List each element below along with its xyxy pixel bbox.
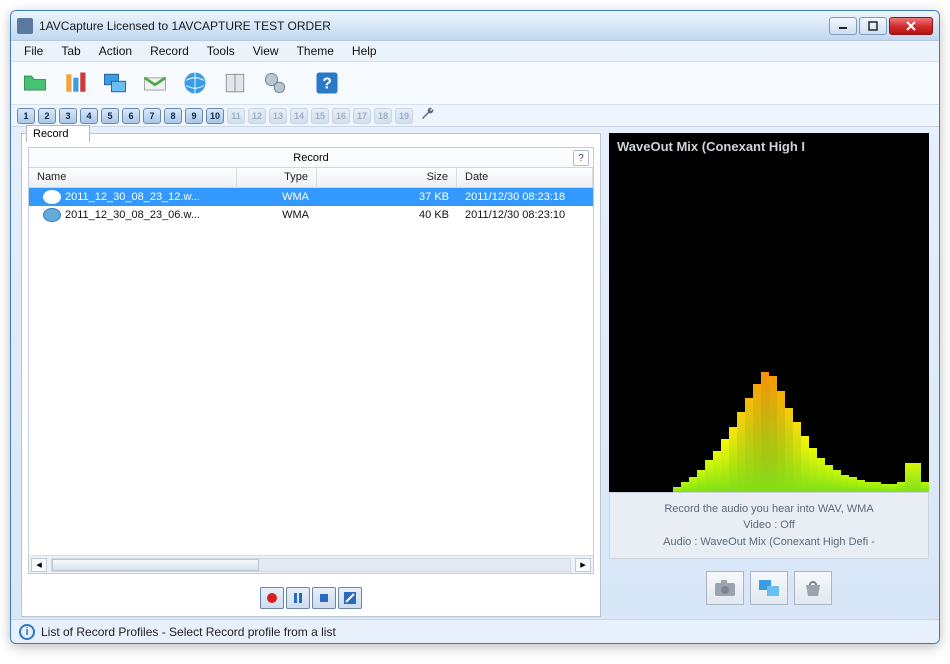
- scroll-track[interactable]: [51, 558, 571, 572]
- statusbar: i List of Record Profiles - Select Recor…: [11, 619, 939, 643]
- app-icon: [17, 18, 33, 34]
- toolbar: ?: [11, 61, 939, 105]
- profile-19: 19: [395, 108, 413, 124]
- col-name[interactable]: Name: [29, 168, 237, 187]
- window-title: 1AVCapture Licensed to 1AVCAPTURE TEST O…: [39, 19, 829, 33]
- windows-button[interactable]: [750, 571, 788, 605]
- record-button[interactable]: [260, 587, 284, 609]
- right-panel: WaveOut Mix (Conexant High I Record the …: [609, 133, 929, 617]
- close-button[interactable]: [889, 17, 933, 35]
- info-box: Record the audio you hear into WAV, WMA …: [609, 492, 929, 560]
- record-tab[interactable]: Record: [26, 125, 90, 143]
- menu-file[interactable]: File: [17, 42, 50, 60]
- cell-type: WMA: [237, 191, 317, 203]
- scroll-right-icon[interactable]: ▸: [575, 558, 591, 572]
- col-size[interactable]: Size: [317, 168, 457, 187]
- record-controls: [22, 584, 600, 612]
- cell-size: 40 KB: [317, 209, 457, 221]
- profile-bar: 1 2 3 4 5 6 7 8 9 10 11 12 13 14 15 16 1…: [11, 105, 939, 127]
- toolbar-settings-icon[interactable]: [257, 65, 293, 101]
- visualizer-title: WaveOut Mix (Conexant High I: [617, 139, 805, 154]
- menu-theme[interactable]: Theme: [290, 42, 341, 60]
- scroll-left-icon[interactable]: ◂: [31, 558, 47, 572]
- cell-date: 2011/12/30 08:23:18: [457, 191, 593, 203]
- profile-13: 13: [269, 108, 287, 124]
- menu-record[interactable]: Record: [143, 42, 196, 60]
- content: Record Record ? Name Type Size Date 2011…: [11, 127, 939, 619]
- profile-6[interactable]: 6: [122, 108, 140, 124]
- pause-button[interactable]: [286, 587, 310, 609]
- info-line2: Video : Off: [618, 517, 920, 534]
- titlebar: 1AVCapture Licensed to 1AVCAPTURE TEST O…: [11, 11, 939, 41]
- help-icon[interactable]: ?: [573, 150, 589, 166]
- col-date[interactable]: Date: [457, 168, 593, 187]
- profile-3[interactable]: 3: [59, 108, 77, 124]
- menu-view[interactable]: View: [246, 42, 286, 60]
- profile-10[interactable]: 10: [206, 108, 224, 124]
- scroll-thumb[interactable]: [52, 559, 259, 571]
- maximize-button[interactable]: [859, 17, 887, 35]
- bag-button[interactable]: [794, 571, 832, 605]
- settings-button[interactable]: [338, 587, 362, 609]
- table-row[interactable]: 2011_12_30_08_23_06.w... WMA 40 KB 2011/…: [29, 206, 593, 224]
- cell-name: 2011_12_30_08_23_06.w...: [65, 209, 200, 221]
- profile-9[interactable]: 9: [185, 108, 203, 124]
- record-group-header: Record ?: [29, 148, 593, 168]
- profile-2[interactable]: 2: [38, 108, 56, 124]
- profile-14: 14: [290, 108, 308, 124]
- file-icon: [43, 190, 61, 204]
- toolbar-book-icon[interactable]: [217, 65, 253, 101]
- record-panel: Record ? Name Type Size Date 2011_12_30_…: [28, 147, 594, 574]
- profile-15: 15: [311, 108, 329, 124]
- profile-17: 17: [353, 108, 371, 124]
- toolbar-mail-icon[interactable]: [137, 65, 173, 101]
- menu-action[interactable]: Action: [92, 42, 139, 60]
- info-line3: Audio : WaveOut Mix (Conexant High Defi …: [618, 534, 920, 551]
- menu-tab[interactable]: Tab: [54, 42, 87, 60]
- menu-tools[interactable]: Tools: [200, 42, 242, 60]
- profile-7[interactable]: 7: [143, 108, 161, 124]
- left-panel: Record Record ? Name Type Size Date 2011…: [21, 133, 601, 617]
- record-group-label: Record: [293, 152, 328, 164]
- cell-type: WMA: [237, 209, 317, 221]
- toolbar-folder-icon[interactable]: [17, 65, 53, 101]
- cell-date: 2011/12/30 08:23:10: [457, 209, 593, 221]
- toolbar-windows-icon[interactable]: [97, 65, 133, 101]
- profile-11: 11: [227, 108, 245, 124]
- profile-4[interactable]: 4: [80, 108, 98, 124]
- table-row[interactable]: 2011_12_30_08_23_12.w... WMA 37 KB 2011/…: [29, 188, 593, 206]
- profile-1[interactable]: 1: [17, 108, 35, 124]
- minimize-button[interactable]: [829, 17, 857, 35]
- side-buttons: [609, 559, 929, 617]
- profile-settings-icon[interactable]: [420, 106, 436, 125]
- profile-16: 16: [332, 108, 350, 124]
- info-icon: i: [19, 624, 35, 640]
- camera-button[interactable]: [706, 571, 744, 605]
- svg-text:?: ?: [322, 75, 332, 92]
- info-line1: Record the audio you hear into WAV, WMA: [618, 501, 920, 518]
- status-text: List of Record Profiles - Select Record …: [41, 625, 336, 639]
- profile-12: 12: [248, 108, 266, 124]
- profile-5[interactable]: 5: [101, 108, 119, 124]
- cell-size: 37 KB: [317, 191, 457, 203]
- table-header: Name Type Size Date: [29, 168, 593, 188]
- cell-name: 2011_12_30_08_23_12.w...: [65, 191, 200, 203]
- recordings-table: Name Type Size Date 2011_12_30_08_23_12.…: [29, 168, 593, 555]
- col-type[interactable]: Type: [237, 168, 317, 187]
- stop-button[interactable]: [312, 587, 336, 609]
- visualizer: WaveOut Mix (Conexant High I: [609, 133, 929, 492]
- profile-8[interactable]: 8: [164, 108, 182, 124]
- profile-18: 18: [374, 108, 392, 124]
- spectrum: [609, 372, 929, 492]
- toolbar-globe-icon[interactable]: [177, 65, 213, 101]
- app-window: 1AVCapture Licensed to 1AVCAPTURE TEST O…: [10, 10, 940, 644]
- toolbar-help-icon[interactable]: ?: [309, 65, 345, 101]
- window-controls: [829, 17, 933, 35]
- menu-help[interactable]: Help: [345, 42, 384, 60]
- menubar: File Tab Action Record Tools View Theme …: [11, 41, 939, 61]
- toolbar-mixer-icon[interactable]: [57, 65, 93, 101]
- file-icon: [43, 208, 61, 222]
- h-scrollbar[interactable]: ◂ ▸: [29, 555, 593, 573]
